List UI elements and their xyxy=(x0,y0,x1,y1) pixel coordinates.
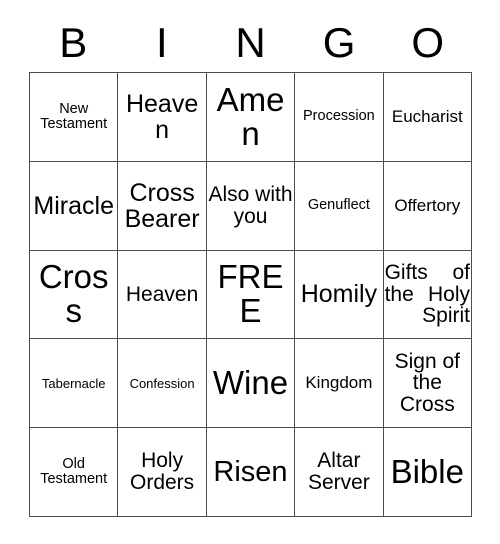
bingo-cell-label: Heaven xyxy=(125,282,199,306)
bingo-cell-r2c2[interactable]: Cross Bearer xyxy=(118,161,207,251)
bingo-grid: New Testament Heaven Amen Procession Euc… xyxy=(29,72,472,517)
bingo-cell-r1c3[interactable]: Amen xyxy=(206,73,296,162)
bingo-cell-label: Wine xyxy=(212,364,289,402)
bingo-cell-label: Tabernacle xyxy=(41,375,106,391)
bingo-cell-r3c1[interactable]: Cross xyxy=(30,250,119,340)
bingo-cell-r4c3[interactable]: Wine xyxy=(206,339,296,429)
bingo-cell-label: Genuflect xyxy=(307,197,370,214)
bingo-free-space-label: FREE xyxy=(217,258,284,330)
bingo-cell-r1c2[interactable]: Heaven xyxy=(118,73,207,162)
bingo-cell-r2c4[interactable]: Genuflect xyxy=(295,161,384,251)
bingo-cell-label: Confession xyxy=(129,375,195,391)
bingo-header-letter-i: I xyxy=(156,19,168,66)
bingo-cell-label: Miracle xyxy=(33,191,114,220)
bingo-cell-label: Also with you xyxy=(208,182,293,228)
bingo-cell-r4c1[interactable]: Tabernacle xyxy=(30,339,119,429)
bingo-cell-label: Cross xyxy=(38,258,109,330)
bingo-header-letter-g: G xyxy=(322,19,356,66)
bingo-cell-label: Bible xyxy=(390,452,464,490)
bingo-cell-label: Procession xyxy=(303,108,375,125)
bingo-cell-r2c5[interactable]: Offertory xyxy=(383,161,472,251)
bingo-cell-label: Gifts of the Holy Spirit xyxy=(384,260,470,328)
bingo-cell-r3c2[interactable]: Heaven xyxy=(118,250,207,340)
bingo-header-row: B I N G O xyxy=(29,14,472,72)
bingo-cell-free-space[interactable]: FREE xyxy=(206,250,296,340)
bingo-cell-r5c5[interactable]: Bible xyxy=(383,428,472,517)
bingo-cell-r5c2[interactable]: Holy Orders xyxy=(118,428,207,517)
bingo-cell-label: Sign of the Cross xyxy=(394,349,460,417)
bingo-cell-r4c4[interactable]: Kingdom xyxy=(295,339,384,429)
bingo-cell-r2c1[interactable]: Miracle xyxy=(30,161,119,251)
bingo-cell-label: Heaven xyxy=(125,89,199,144)
bingo-header-letter-n: N xyxy=(235,19,266,66)
bingo-cell-label: Eucharist xyxy=(391,107,463,127)
bingo-cell-r1c4[interactable]: Procession xyxy=(295,73,384,162)
bingo-cell-r1c1[interactable]: New Testament xyxy=(30,73,119,162)
bingo-cell-label: Cross Bearer xyxy=(124,178,200,233)
bingo-cell-r3c5[interactable]: Gifts of the Holy Spirit xyxy=(383,250,472,340)
bingo-cell-r1c5[interactable]: Eucharist xyxy=(383,73,472,162)
bingo-cell-label: Offertory xyxy=(394,195,461,215)
bingo-cell-r3c4[interactable]: Homily xyxy=(295,250,384,340)
bingo-cell-r5c3[interactable]: Risen xyxy=(206,428,296,517)
bingo-cell-label: Old Testament xyxy=(40,456,108,488)
bingo-header-letter-b: B xyxy=(59,19,88,66)
bingo-cell-r5c4[interactable]: Altar Server xyxy=(295,428,384,517)
bingo-cell-label: New Testament xyxy=(40,100,108,132)
bingo-header-letter-o: O xyxy=(411,19,444,66)
bingo-cell-label: Risen xyxy=(213,456,288,489)
bingo-card: B I N G O New Testament Heaven Amen Proc… xyxy=(0,0,500,544)
bingo-cell-label: Amen xyxy=(216,80,285,152)
bingo-cell-label: Altar Server xyxy=(307,449,370,495)
bingo-cell-label: Kingdom xyxy=(305,373,373,393)
bingo-cell-r5c1[interactable]: Old Testament xyxy=(30,428,119,517)
bingo-cell-r4c5[interactable]: Sign of the Cross xyxy=(383,339,472,429)
bingo-cell-label: Holy Orders xyxy=(130,449,195,495)
bingo-cell-label: Homily xyxy=(300,280,378,309)
bingo-cell-r2c3[interactable]: Also with you xyxy=(206,161,296,251)
bingo-cell-r4c2[interactable]: Confession xyxy=(118,339,207,429)
